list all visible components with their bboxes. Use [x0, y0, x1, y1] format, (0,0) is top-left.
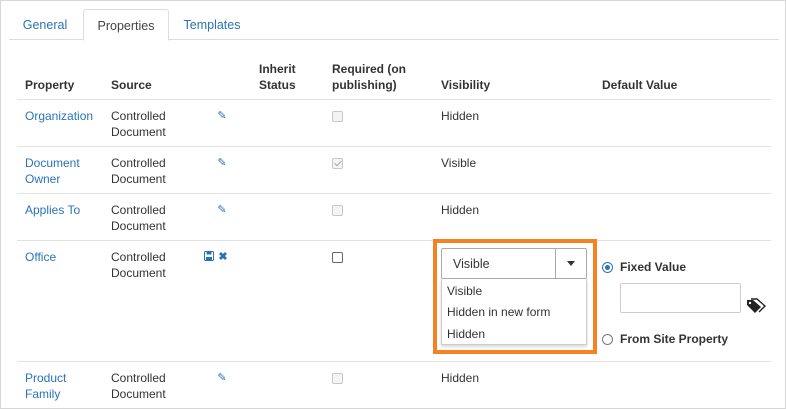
option-hidden[interactable]: Hidden	[447, 327, 485, 341]
tab-bar: General Properties Templates	[9, 9, 779, 41]
dropdown-toggle[interactable]	[555, 249, 586, 278]
fixed-value-input[interactable]	[620, 283, 741, 313]
property-link-organization[interactable]: Organization	[25, 108, 105, 124]
source-cell: Controlled Document	[111, 156, 166, 186]
source-cell: Controlled Document	[111, 371, 166, 401]
property-link-product-family[interactable]: Product Family	[25, 370, 105, 402]
edit-icon[interactable]: ✎	[216, 157, 228, 169]
site-property-label: From Site Property	[620, 332, 729, 346]
property-link-applies-to[interactable]: Applies To	[25, 202, 105, 218]
required-checkbox	[332, 111, 343, 122]
tab-templates[interactable]: Templates	[171, 9, 253, 40]
source-cell: Controlled Document	[111, 109, 166, 139]
tag-icon[interactable]	[746, 298, 767, 314]
header-divider	[17, 99, 771, 100]
fixed-value-label: Fixed Value	[620, 260, 687, 274]
tab-general[interactable]: General	[9, 9, 81, 40]
option-hidden-in-new-form[interactable]: Hidden in new form	[447, 305, 550, 319]
column-header-source: Source	[111, 78, 152, 92]
column-header-property: Property	[25, 78, 75, 92]
visibility-select[interactable]: Visible	[441, 248, 587, 279]
column-header-visibility: Visibility	[441, 78, 491, 92]
required-checkbox	[332, 373, 343, 384]
column-header-inherit-status: Inherit Status	[259, 62, 296, 92]
option-visible[interactable]: Visible	[447, 284, 482, 298]
visibility-value: Visible	[441, 156, 477, 170]
visibility-select-value: Visible	[453, 257, 490, 271]
required-checkbox[interactable]	[332, 252, 343, 263]
row-divider	[17, 240, 771, 241]
site-property-radio[interactable]	[602, 334, 613, 345]
column-header-required: Required (on publishing)	[332, 62, 406, 92]
row-divider	[17, 146, 771, 147]
tab-properties[interactable]: Properties	[83, 9, 169, 41]
visibility-dropdown: Visible Hidden in new form Hidden	[441, 279, 587, 345]
required-checkbox	[332, 205, 343, 216]
column-header-default-value: Default Value	[602, 78, 678, 92]
required-checkbox	[332, 158, 343, 169]
source-cell: Controlled Document	[111, 250, 166, 280]
edit-icon[interactable]: ✎	[216, 110, 228, 122]
chevron-down-icon	[567, 261, 575, 266]
visibility-value: Hidden	[441, 371, 480, 385]
properties-panel: General Properties Templates Property So…	[0, 0, 786, 409]
visibility-value: Hidden	[441, 109, 480, 123]
row-divider	[17, 193, 771, 194]
fixed-value-radio[interactable]	[602, 262, 613, 273]
cancel-icon[interactable]: ✖	[217, 251, 229, 263]
edit-icon[interactable]: ✎	[216, 204, 228, 216]
row-divider	[17, 361, 771, 362]
property-link-office[interactable]: Office	[25, 249, 105, 265]
source-cell: Controlled Document	[111, 203, 166, 233]
property-link-document-owner[interactable]: Document Owner	[25, 155, 105, 187]
save-icon[interactable]	[203, 251, 215, 263]
visibility-value: Hidden	[441, 203, 480, 217]
edit-icon[interactable]: ✎	[216, 372, 228, 384]
